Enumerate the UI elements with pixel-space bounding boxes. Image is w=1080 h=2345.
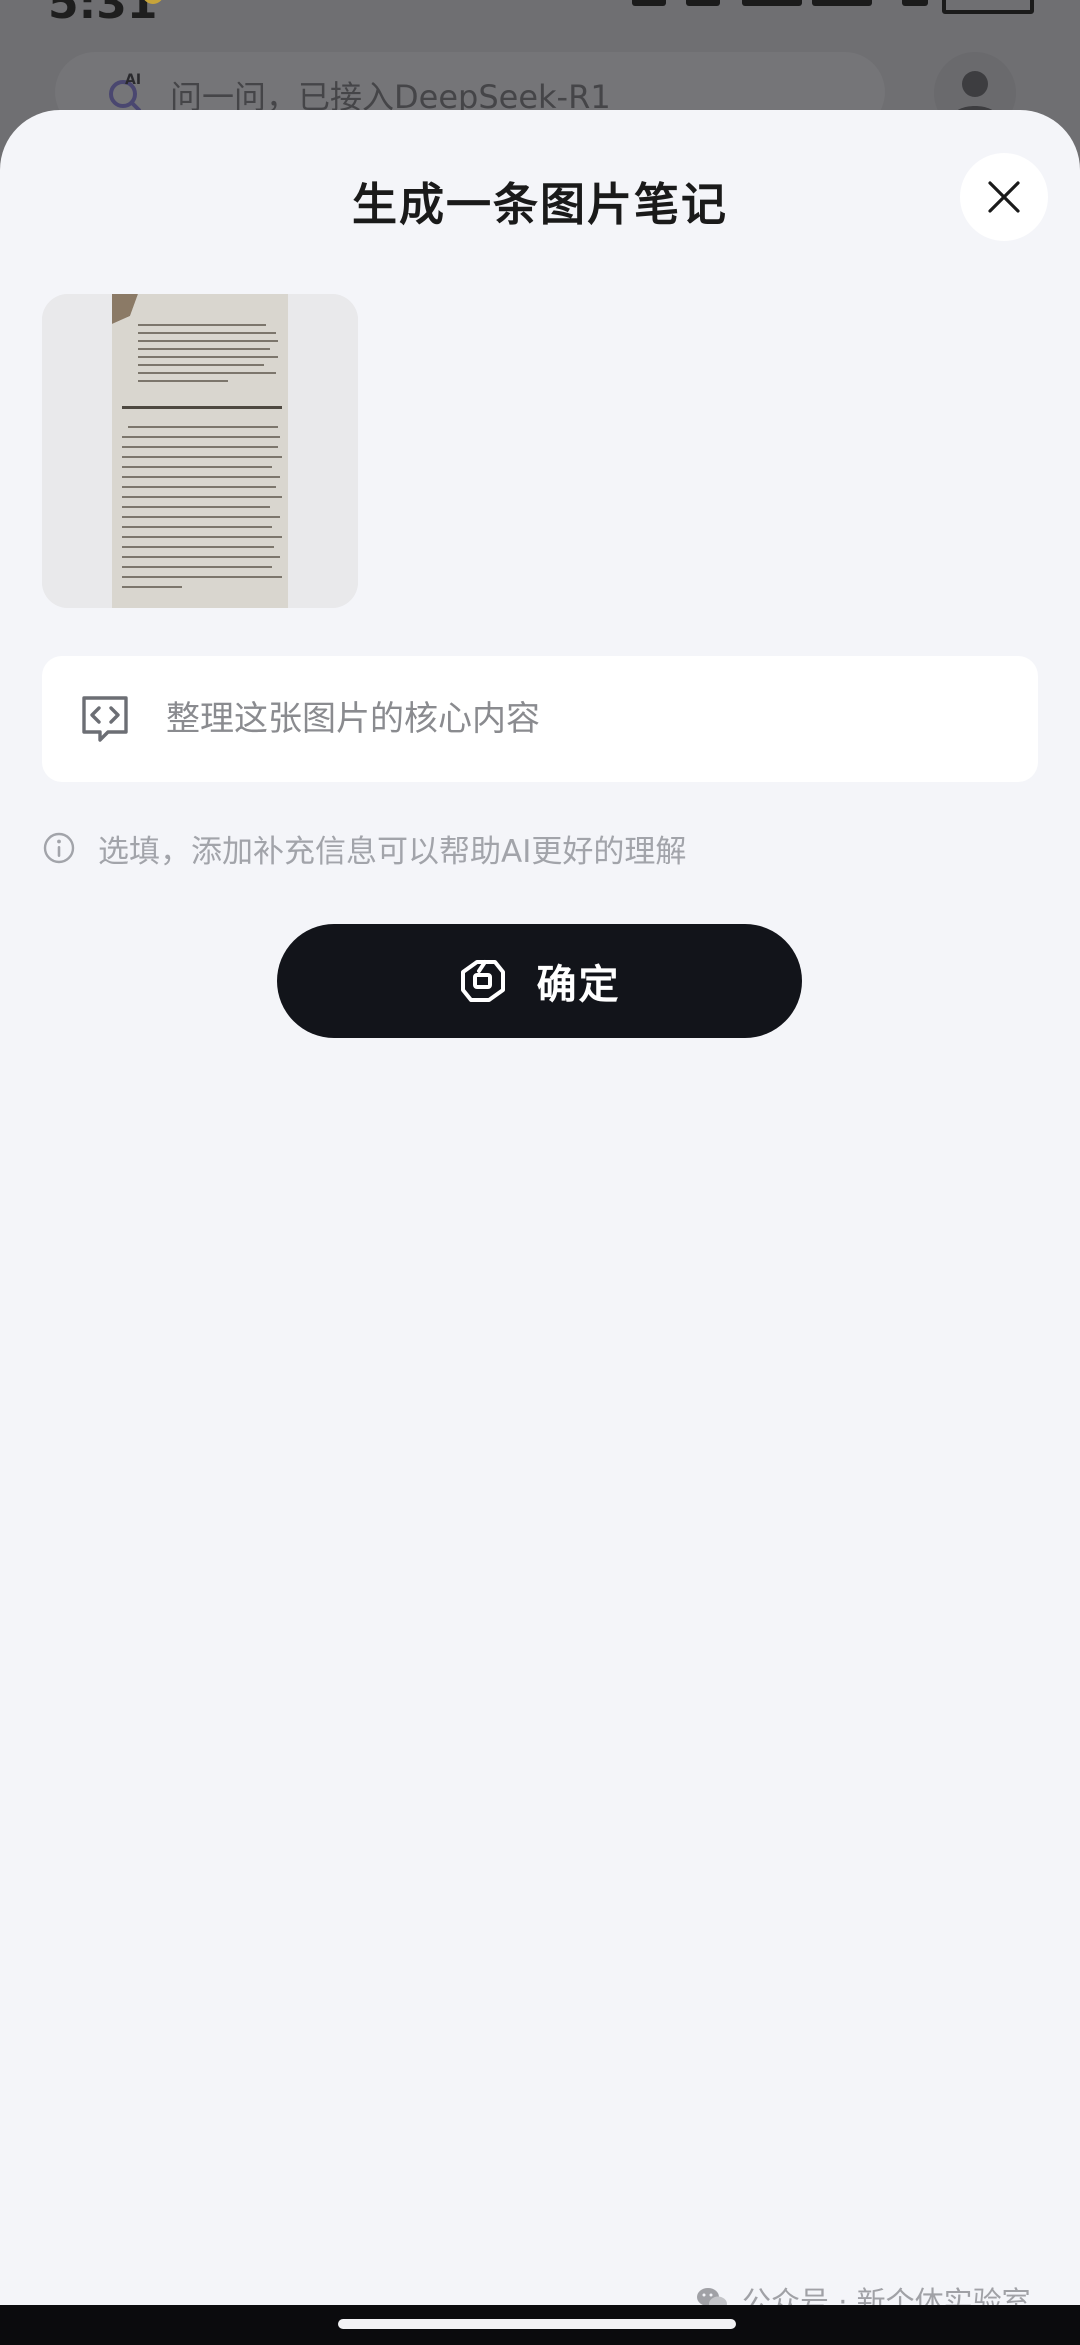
- generate-icon: [460, 960, 505, 1002]
- status-bar: 5:31: [0, 0, 1080, 60]
- status-icons: [612, 0, 1034, 18]
- confirm-button[interactable]: 确定: [277, 924, 802, 1038]
- sheet-title: 生成一条图片笔记: [351, 178, 728, 231]
- info-icon: [43, 832, 75, 864]
- supplement-input[interactable]: [166, 656, 1006, 782]
- home-indicator[interactable]: [338, 2319, 736, 2329]
- close-button[interactable]: [960, 153, 1048, 241]
- image-thumbnail[interactable]: [42, 294, 358, 608]
- close-icon: [988, 181, 1020, 213]
- generate-image-note-sheet: 生成一条图片笔记 整理这张图片的核心内容 选填，添加补充信息可以帮助AI更好的理…: [0, 110, 1080, 2305]
- ai-search-logo-icon: AI: [109, 72, 141, 112]
- confirm-label: 确定: [536, 962, 621, 1008]
- hint-row: 选填，添加补充信息可以帮助AI更好的理解: [42, 824, 686, 872]
- ai-logo-text: AI: [125, 72, 141, 88]
- book-page-photo: [42, 294, 358, 608]
- code-chat-icon: [82, 696, 128, 742]
- status-time: 5:31: [48, 0, 158, 29]
- hint-text: 选填，添加补充信息可以帮助AI更好的理解: [98, 833, 687, 870]
- home-bar: [0, 2305, 1080, 2345]
- supplement-input-card: [42, 656, 1038, 782]
